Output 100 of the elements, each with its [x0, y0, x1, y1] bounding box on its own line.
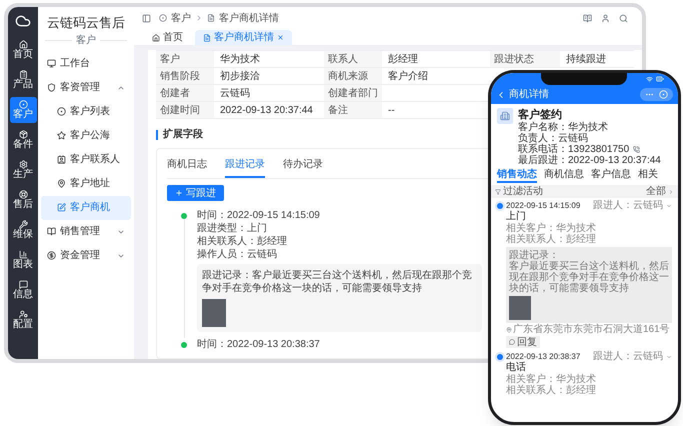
target-icon — [18, 100, 28, 109]
menu-item[interactable]: 客户地址 — [41, 172, 131, 196]
coin-icon — [47, 251, 56, 260]
field-value: 客户介绍 — [382, 68, 490, 85]
menu-item[interactable]: 客户商机 — [41, 196, 131, 220]
feed-type: 电话 — [506, 362, 527, 374]
comment-icon — [509, 339, 515, 345]
feed-location: 广东省东莞市东莞市石洞大道161号 — [513, 324, 670, 335]
message-icon — [18, 280, 28, 289]
menu-item[interactable]: 客户联系人 — [41, 148, 131, 172]
building-icon — [497, 108, 513, 124]
field-value: 持续跟进 — [560, 51, 634, 68]
feed-related: 相关联系人：彭经理 — [506, 385, 597, 396]
record-tab[interactable]: 跟进记录 — [225, 157, 265, 178]
page-tab[interactable]: 客户商机详情 — [195, 30, 292, 45]
opportunity-field: 客户名称：华为技术 — [518, 122, 608, 133]
map-pin-icon — [57, 179, 66, 188]
cloud-logo-icon — [15, 13, 31, 29]
phone-title: 商机详情 — [509, 88, 549, 102]
home-icon — [18, 40, 28, 49]
rail-item[interactable]: 首页 — [10, 37, 36, 63]
phone-tab[interactable]: 客户信息 — [591, 169, 631, 183]
field-label: 销售阶段 — [156, 68, 214, 85]
circle-icon — [57, 107, 66, 116]
rail-item[interactable]: 客户 — [10, 97, 36, 123]
contact-card-icon — [57, 155, 66, 164]
wrench-icon — [18, 220, 28, 229]
close-icon[interactable] — [277, 34, 284, 41]
menu-item[interactable]: 客户公海 — [41, 124, 131, 148]
filter-all-link[interactable]: 全部 — [646, 186, 666, 197]
rail-item[interactable]: 维保 — [10, 217, 36, 243]
photo-placeholder — [202, 299, 226, 327]
phone-tab[interactable]: 商机信息 — [544, 169, 584, 183]
record-tab[interactable]: 待办记录 — [283, 157, 323, 178]
app-title: 云链码云售后 — [46, 14, 126, 32]
record-line: 时间：2022-09-13 20:38:37 — [197, 338, 320, 351]
record-tab[interactable]: 商机日志 — [167, 157, 207, 178]
phone-call-icon[interactable] — [633, 146, 640, 153]
reply-button[interactable]: 回复 — [506, 336, 540, 348]
collapse-icon[interactable] — [142, 14, 151, 22]
photo-placeholder — [509, 296, 531, 320]
feed-note-title: 跟进记录： — [509, 250, 560, 261]
menu-item[interactable]: 资金管理 — [41, 244, 131, 268]
feed-related: 相关客户：华为技术 — [506, 223, 597, 234]
search-icon[interactable] — [619, 14, 628, 22]
rail-item[interactable]: 产品 — [10, 67, 36, 93]
home-icon — [152, 34, 160, 42]
wifi-icon — [646, 76, 653, 82]
field-label: 创建者 — [156, 85, 214, 102]
rail-item[interactable]: 配置 — [10, 307, 36, 333]
feed-related: 相关客户：华为技术 — [506, 374, 597, 385]
record-line: 相关联系人：彭经理 — [197, 235, 288, 248]
shield-icon — [47, 83, 56, 92]
field-label: 联系人 — [324, 51, 382, 68]
menu-item[interactable]: 客资管理 — [41, 76, 131, 100]
book-icon[interactable] — [583, 14, 592, 22]
section-title: 扩展字段 — [163, 127, 203, 142]
feed-related: 相关联系人：彭经理 — [506, 234, 597, 245]
feed-type: 上门 — [506, 211, 527, 222]
record-note: 跟进记录：客户最近要买三台这个送料机，然后现在跟那个竞争对手在竞争价格这一块的话，可能需要领导支持 — [202, 269, 473, 295]
opportunity-field: 负责人：云链码 — [518, 133, 588, 144]
package-icon — [18, 130, 28, 139]
feed-time: 2022-09-15 14:15:09 — [506, 200, 580, 210]
menu-item[interactable]: 客户列表 — [41, 100, 131, 124]
phone-tab[interactable]: 销售动态 — [497, 169, 537, 183]
field-label: 跟进状态 — [490, 51, 560, 68]
gear-icon — [18, 160, 28, 169]
list-icon — [18, 70, 28, 79]
map-pin-icon — [506, 326, 512, 332]
page-tab[interactable]: 首页 — [144, 30, 191, 45]
menu-item[interactable]: 销售管理 — [41, 220, 131, 244]
edit-icon — [57, 203, 66, 212]
plus-icon — [175, 189, 183, 197]
rail-item[interactable]: 生产 — [10, 157, 36, 183]
filter-label[interactable]: 过滤活动 — [503, 186, 543, 197]
record-line: 操作人员：云链码 — [197, 248, 278, 261]
user-gear-icon — [18, 310, 28, 319]
breadcrumb-link[interactable]: 客户 — [171, 10, 191, 26]
opportunity-stage: 客户签约 — [518, 108, 563, 122]
rail-item[interactable]: 售后 — [10, 187, 36, 213]
book-icon — [47, 227, 56, 236]
rail-item[interactable]: 备件 — [10, 127, 36, 153]
add-record-button[interactable]: 写跟进 — [167, 185, 224, 201]
opportunity-field: 联系电话：13923801750 — [518, 144, 630, 155]
breadcrumb-current: 客户商机详情 — [219, 12, 279, 26]
document-icon — [203, 34, 211, 42]
rail-item[interactable]: 图表 — [10, 247, 36, 273]
field-label: 创建时间 — [156, 102, 214, 119]
chevron-right-icon — [195, 14, 203, 22]
capsule-menu[interactable] — [640, 88, 673, 101]
star-icon — [57, 131, 66, 140]
phone-tab[interactable]: 相关 — [638, 169, 658, 183]
rail-item[interactable]: 信息 — [10, 277, 36, 303]
battery-icon — [656, 75, 664, 83]
feed-note: 客户最近要买三台这个送料机，然后现在跟那个竞争对手在竞争价格这一块的话，可能需要领导支持 — [509, 261, 669, 294]
chart-icon — [18, 250, 28, 259]
lifebuoy-icon — [18, 190, 28, 199]
field-label: 商机来源 — [324, 68, 382, 85]
menu-item[interactable]: 工作台 — [41, 52, 131, 76]
user-icon[interactable] — [601, 14, 610, 22]
